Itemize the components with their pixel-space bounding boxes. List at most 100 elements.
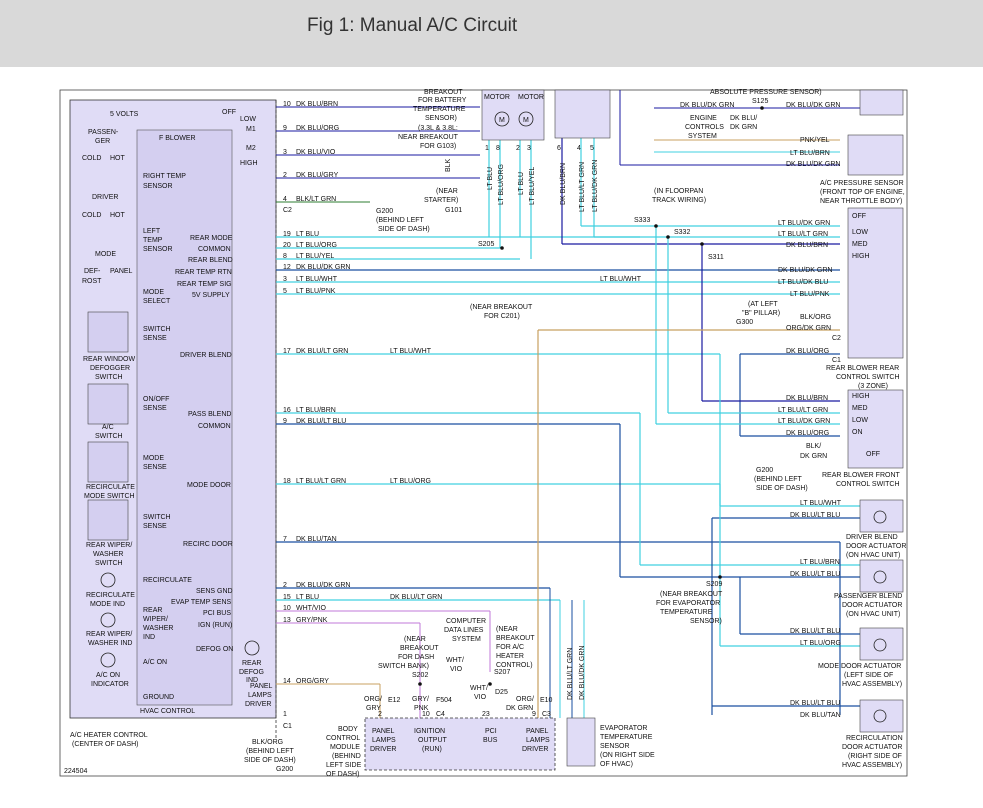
svg-text:DK BLU/BRN: DK BLU/BRN xyxy=(560,163,567,205)
svg-text:G300: G300 xyxy=(736,319,753,326)
svg-text:LT BLU/BRN: LT BLU/BRN xyxy=(790,150,830,157)
svg-text:TRACK WIRING): TRACK WIRING) xyxy=(652,197,706,204)
svg-text:COMMON: COMMON xyxy=(198,246,231,253)
svg-text:DRIVER: DRIVER xyxy=(92,194,118,201)
evaporator-temp-sensor xyxy=(566,717,596,767)
svg-text:SWITCH: SWITCH xyxy=(95,433,123,440)
svg-text:MODE DOOR ACTUATOR: MODE DOOR ACTUATOR xyxy=(818,663,901,670)
svg-text:ON: ON xyxy=(852,429,863,436)
svg-text:DK BLU/LT GRN: DK BLU/LT GRN xyxy=(390,594,442,601)
svg-text:MODE IND: MODE IND xyxy=(90,601,125,608)
svg-text:SYSTEM: SYSTEM xyxy=(688,133,717,140)
svg-text:SWITCH BANK): SWITCH BANK) xyxy=(378,663,429,670)
svg-text:LT BLU/ORG: LT BLU/ORG xyxy=(390,478,431,485)
svg-text:LT BLU/BRN: LT BLU/BRN xyxy=(800,559,840,566)
svg-text:DRIVER BLEND: DRIVER BLEND xyxy=(846,534,898,541)
svg-text:SENSOR: SENSOR xyxy=(143,183,173,190)
svg-text:DK GRN: DK GRN xyxy=(800,453,827,460)
svg-text:LT BLU: LT BLU xyxy=(487,167,494,190)
svg-text:G101: G101 xyxy=(445,207,462,214)
svg-text:LT BLU/LT GRN: LT BLU/LT GRN xyxy=(778,407,828,414)
svg-text:MOTOR: MOTOR xyxy=(518,94,544,101)
svg-text:DRIVER: DRIVER xyxy=(522,746,548,753)
wires-layer xyxy=(276,90,860,718)
svg-text:CONTROL SWITCH: CONTROL SWITCH xyxy=(836,374,900,381)
svg-text:DEF-: DEF- xyxy=(84,268,101,275)
svg-text:DEFOGGER: DEFOGGER xyxy=(90,365,130,372)
svg-text:COMPUTER: COMPUTER xyxy=(446,618,486,625)
svg-text:IGN (RUN): IGN (RUN) xyxy=(198,622,232,629)
svg-text:DK BLU/LT BLU: DK BLU/LT BLU xyxy=(790,512,840,519)
svg-text:SWITCH: SWITCH xyxy=(95,560,123,567)
svg-text:FOR BATTERY: FOR BATTERY xyxy=(418,97,467,104)
svg-text:STARTER): STARTER) xyxy=(424,197,458,204)
svg-text:LT BLU/YEL: LT BLU/YEL xyxy=(296,253,334,260)
svg-text:RIGHT TEMP: RIGHT TEMP xyxy=(143,173,186,180)
svg-text:E10: E10 xyxy=(540,697,553,704)
svg-text:12: 12 xyxy=(283,264,291,271)
svg-text:F504: F504 xyxy=(436,697,452,704)
svg-text:REAR TEMP SIG: REAR TEMP SIG xyxy=(177,281,232,288)
svg-text:VIO: VIO xyxy=(450,666,463,673)
abs-pressure-box xyxy=(859,89,904,116)
svg-text:SENSOR: SENSOR xyxy=(600,743,630,750)
svg-text:SENSOR: SENSOR xyxy=(143,246,173,253)
svg-text:SENSE: SENSE xyxy=(143,464,167,471)
svg-text:SENSE: SENSE xyxy=(143,523,167,530)
svg-text:LT BLU/WHT: LT BLU/WHT xyxy=(296,276,338,283)
svg-text:FOR C201): FOR C201) xyxy=(484,313,520,320)
svg-text:(AT LEFT: (AT LEFT xyxy=(748,301,778,308)
svg-text:SELECT: SELECT xyxy=(143,298,171,305)
svg-text:LT BLU: LT BLU xyxy=(518,172,525,195)
svg-text:7: 7 xyxy=(283,536,287,543)
svg-text:(3 ZONE): (3 ZONE) xyxy=(858,383,888,390)
svg-text:DK BLU/ORG: DK BLU/ORG xyxy=(786,348,829,355)
svg-text:WHT/: WHT/ xyxy=(470,685,488,692)
svg-text:LOW: LOW xyxy=(852,229,868,236)
svg-text:MED: MED xyxy=(852,241,868,248)
svg-text:DK BLU/LT GRN: DK BLU/LT GRN xyxy=(567,648,574,700)
svg-text:LT BLU/ORG: LT BLU/ORG xyxy=(498,164,505,205)
svg-text:LT BLU/YEL: LT BLU/YEL xyxy=(529,167,536,205)
svg-text:ORG/GRY: ORG/GRY xyxy=(296,678,329,685)
svg-text:C2: C2 xyxy=(832,335,841,342)
svg-text:GROUND: GROUND xyxy=(143,694,174,701)
svg-text:LT BLU/PNK: LT BLU/PNK xyxy=(790,291,830,298)
middle-labels: G200 (BEHIND LEFT SIDE OF DASH) LT BLU/W… xyxy=(244,89,906,778)
switch-symbol xyxy=(87,311,129,353)
svg-text:DK BLU/LT BLU: DK BLU/LT BLU xyxy=(790,628,840,635)
svg-text:DK BLU/ORG: DK BLU/ORG xyxy=(296,125,339,132)
svg-text:MOTOR: MOTOR xyxy=(484,94,510,101)
svg-text:WHT/VIO: WHT/VIO xyxy=(296,605,326,612)
svg-text:A/C HEATER CONTROL: A/C HEATER CONTROL xyxy=(70,732,148,739)
svg-text:REAR WIPER/: REAR WIPER/ xyxy=(86,542,132,549)
svg-text:SENSOR): SENSOR) xyxy=(690,618,722,625)
svg-text:2: 2 xyxy=(516,145,520,152)
svg-text:EVAP TEMP SENS: EVAP TEMP SENS xyxy=(171,599,232,606)
svg-text:19: 19 xyxy=(283,231,291,238)
svg-text:TEMPERATURE: TEMPERATURE xyxy=(413,106,466,113)
svg-text:ORG/: ORG/ xyxy=(516,696,534,703)
svg-text:VIO: VIO xyxy=(474,694,487,701)
svg-text:DEFOG: DEFOG xyxy=(239,669,264,676)
svg-text:LT BLU/PNK: LT BLU/PNK xyxy=(296,288,336,295)
svg-text:RECIRCULATION: RECIRCULATION xyxy=(846,735,903,742)
svg-text:C1: C1 xyxy=(283,723,292,730)
svg-text:A/C: A/C xyxy=(102,424,114,431)
svg-text:DK BLU/BRN: DK BLU/BRN xyxy=(786,395,828,402)
svg-text:BREAKOUT: BREAKOUT xyxy=(400,645,439,652)
svg-text:OFF: OFF xyxy=(222,109,236,116)
svg-text:"B" PILLAR): "B" PILLAR) xyxy=(742,310,780,317)
svg-text:DK BLU/: DK BLU/ xyxy=(730,115,757,122)
svg-text:PASSENGER BLEND: PASSENGER BLEND xyxy=(834,593,902,600)
svg-text:REAR TEMP RTN: REAR TEMP RTN xyxy=(175,269,232,276)
svg-text:TEMPERATURE: TEMPERATURE xyxy=(600,734,653,741)
svg-text:DK BLU/DK GRN: DK BLU/DK GRN xyxy=(296,264,350,271)
svg-text:SWITCH: SWITCH xyxy=(95,374,123,381)
svg-text:DOOR ACTUATOR: DOOR ACTUATOR xyxy=(842,602,902,609)
svg-text:RECIRCULATE: RECIRCULATE xyxy=(86,484,135,491)
mode-door-actuator xyxy=(859,627,904,661)
svg-text:F BLOWER: F BLOWER xyxy=(159,135,196,142)
svg-text:HIGH: HIGH xyxy=(240,160,258,167)
svg-text:(BEHIND LEFT: (BEHIND LEFT xyxy=(376,217,425,224)
